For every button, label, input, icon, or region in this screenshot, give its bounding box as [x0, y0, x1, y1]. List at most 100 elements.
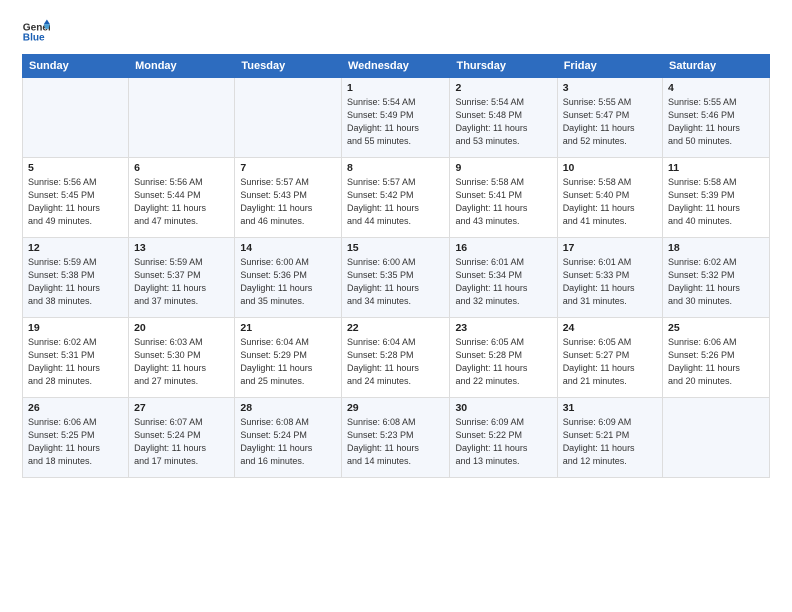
day-info: Sunrise: 5:55 AMSunset: 5:47 PMDaylight:… [563, 96, 657, 148]
day-info: Sunrise: 6:04 AMSunset: 5:29 PMDaylight:… [240, 336, 336, 388]
day-info: Sunrise: 5:59 AMSunset: 5:37 PMDaylight:… [134, 256, 229, 308]
calendar-cell: 6Sunrise: 5:56 AMSunset: 5:44 PMDaylight… [129, 158, 235, 238]
calendar-week-5: 26 Sunrise: 6:06 AMSunset: 5:25 PMDayligh… [23, 398, 770, 478]
day-number: 19 [28, 322, 123, 334]
day-number: 9 [455, 162, 551, 174]
calendar-cell: 17 Sunrise: 6:01 AMSunset: 5:33 PMDayligh… [557, 238, 662, 318]
weekday-header-thursday: Thursday [450, 55, 557, 78]
day-number: 5 [28, 162, 123, 174]
day-info: Sunrise: 6:08 AMSunset: 5:23 PMDaylight:… [347, 416, 445, 468]
day-number: 4 [668, 82, 764, 94]
calendar-cell: 19 Sunrise: 6:02 AMSunset: 5:31 PMDayligh… [23, 318, 129, 398]
day-info: Sunrise: 6:05 AMSunset: 5:27 PMDaylight:… [563, 336, 657, 388]
calendar-cell: 31Sunrise: 6:09 AMSunset: 5:21 PMDayligh… [557, 398, 662, 478]
calendar-cell [235, 78, 342, 158]
day-number: 18 [668, 242, 764, 254]
day-info: Sunrise: 5:56 AMSunset: 5:44 PMDaylight:… [134, 176, 229, 228]
day-number: 11 [668, 162, 764, 174]
weekday-header-friday: Friday [557, 55, 662, 78]
svg-text:Blue: Blue [23, 33, 45, 44]
calendar-header: SundayMondayTuesdayWednesdayThursdayFrid… [23, 55, 770, 78]
calendar-cell: 24Sunrise: 6:05 AMSunset: 5:27 PMDayligh… [557, 318, 662, 398]
calendar-cell: 18 Sunrise: 6:02 AMSunset: 5:32 PMDayligh… [663, 238, 770, 318]
calendar-cell [129, 78, 235, 158]
calendar-body: 1 Sunrise: 5:54 AMSunset: 5:49 PMDaylight… [23, 78, 770, 478]
calendar-week-1: 1 Sunrise: 5:54 AMSunset: 5:49 PMDaylight… [23, 78, 770, 158]
day-info: Sunrise: 6:06 AMSunset: 5:25 PMDaylight:… [28, 416, 123, 468]
day-info: Sunrise: 6:00 AMSunset: 5:35 PMDaylight:… [347, 256, 445, 308]
day-info: Sunrise: 6:03 AMSunset: 5:30 PMDaylight:… [134, 336, 229, 388]
weekday-header-wednesday: Wednesday [341, 55, 450, 78]
day-number: 14 [240, 242, 336, 254]
day-number: 15 [347, 242, 445, 254]
calendar-cell: 22 Sunrise: 6:04 AMSunset: 5:28 PMDayligh… [341, 318, 450, 398]
day-number: 13 [134, 242, 229, 254]
day-info: Sunrise: 6:07 AMSunset: 5:24 PMDaylight:… [134, 416, 229, 468]
calendar-cell: 5 Sunrise: 5:56 AMSunset: 5:45 PMDaylight… [23, 158, 129, 238]
calendar-cell: 25Sunrise: 6:06 AMSunset: 5:26 PMDayligh… [663, 318, 770, 398]
weekday-header-tuesday: Tuesday [235, 55, 342, 78]
calendar-cell: 13 Sunrise: 5:59 AMSunset: 5:37 PMDayligh… [129, 238, 235, 318]
calendar-cell: 30Sunrise: 6:09 AMSunset: 5:22 PMDayligh… [450, 398, 557, 478]
calendar-table: SundayMondayTuesdayWednesdayThursdayFrid… [22, 54, 770, 478]
calendar-week-3: 12 Sunrise: 5:59 AMSunset: 5:38 PMDayligh… [23, 238, 770, 318]
day-info: Sunrise: 5:54 AMSunset: 5:48 PMDaylight:… [455, 96, 551, 148]
day-number: 31 [563, 402, 657, 414]
day-info: Sunrise: 5:56 AMSunset: 5:45 PMDaylight:… [28, 176, 123, 228]
day-number: 10 [563, 162, 657, 174]
day-info: Sunrise: 5:55 AMSunset: 5:46 PMDaylight:… [668, 96, 764, 148]
calendar-cell: 3Sunrise: 5:55 AMSunset: 5:47 PMDaylight… [557, 78, 662, 158]
day-info: Sunrise: 6:09 AMSunset: 5:22 PMDaylight:… [455, 416, 551, 468]
day-number: 2 [455, 82, 551, 94]
calendar-week-2: 5 Sunrise: 5:56 AMSunset: 5:45 PMDaylight… [23, 158, 770, 238]
day-info: Sunrise: 6:00 AMSunset: 5:36 PMDaylight:… [240, 256, 336, 308]
day-info: Sunrise: 5:58 AMSunset: 5:39 PMDaylight:… [668, 176, 764, 228]
logo-icon: General Blue [22, 18, 50, 46]
day-number: 29 [347, 402, 445, 414]
calendar-cell: 12 Sunrise: 5:59 AMSunset: 5:38 PMDayligh… [23, 238, 129, 318]
day-info: Sunrise: 5:57 AMSunset: 5:43 PMDaylight:… [240, 176, 336, 228]
calendar-cell: 27 Sunrise: 6:07 AMSunset: 5:24 PMDayligh… [129, 398, 235, 478]
calendar-cell: 8Sunrise: 5:57 AMSunset: 5:42 PMDaylight… [341, 158, 450, 238]
day-number: 20 [134, 322, 229, 334]
day-info: Sunrise: 5:58 AMSunset: 5:41 PMDaylight:… [455, 176, 551, 228]
weekday-header-saturday: Saturday [663, 55, 770, 78]
calendar-cell: 2 Sunrise: 5:54 AMSunset: 5:48 PMDaylight… [450, 78, 557, 158]
day-number: 22 [347, 322, 445, 334]
day-info: Sunrise: 6:08 AMSunset: 5:24 PMDaylight:… [240, 416, 336, 468]
calendar-cell: 16Sunrise: 6:01 AMSunset: 5:34 PMDayligh… [450, 238, 557, 318]
day-info: Sunrise: 6:01 AMSunset: 5:33 PMDaylight:… [563, 256, 657, 308]
calendar-cell: 26 Sunrise: 6:06 AMSunset: 5:25 PMDayligh… [23, 398, 129, 478]
weekday-header-monday: Monday [129, 55, 235, 78]
calendar-cell: 10 Sunrise: 5:58 AMSunset: 5:40 PMDayligh… [557, 158, 662, 238]
calendar-cell: 1 Sunrise: 5:54 AMSunset: 5:49 PMDaylight… [341, 78, 450, 158]
day-number: 1 [347, 82, 445, 94]
day-number: 23 [455, 322, 551, 334]
calendar-cell: 15 Sunrise: 6:00 AMSunset: 5:35 PMDayligh… [341, 238, 450, 318]
header: General Blue [22, 18, 770, 46]
day-number: 7 [240, 162, 336, 174]
weekday-header-sunday: Sunday [23, 55, 129, 78]
day-info: Sunrise: 6:02 AMSunset: 5:31 PMDaylight:… [28, 336, 123, 388]
day-info: Sunrise: 6:06 AMSunset: 5:26 PMDaylight:… [668, 336, 764, 388]
day-number: 17 [563, 242, 657, 254]
day-number: 28 [240, 402, 336, 414]
calendar-week-4: 19 Sunrise: 6:02 AMSunset: 5:31 PMDayligh… [23, 318, 770, 398]
day-info: Sunrise: 5:54 AMSunset: 5:49 PMDaylight:… [347, 96, 445, 148]
calendar-cell: 9 Sunrise: 5:58 AMSunset: 5:41 PMDaylight… [450, 158, 557, 238]
day-info: Sunrise: 5:59 AMSunset: 5:38 PMDaylight:… [28, 256, 123, 308]
day-info: Sunrise: 5:57 AMSunset: 5:42 PMDaylight:… [347, 176, 445, 228]
calendar-cell: 14 Sunrise: 6:00 AMSunset: 5:36 PMDayligh… [235, 238, 342, 318]
day-number: 27 [134, 402, 229, 414]
day-number: 21 [240, 322, 336, 334]
calendar-cell: 21 Sunrise: 6:04 AMSunset: 5:29 PMDayligh… [235, 318, 342, 398]
day-number: 12 [28, 242, 123, 254]
calendar-cell: 28 Sunrise: 6:08 AMSunset: 5:24 PMDayligh… [235, 398, 342, 478]
day-info: Sunrise: 5:58 AMSunset: 5:40 PMDaylight:… [563, 176, 657, 228]
calendar-cell: 7 Sunrise: 5:57 AMSunset: 5:43 PMDaylight… [235, 158, 342, 238]
logo: General Blue [22, 18, 50, 46]
day-number: 26 [28, 402, 123, 414]
day-info: Sunrise: 6:04 AMSunset: 5:28 PMDaylight:… [347, 336, 445, 388]
page: General Blue SundayMondayTuesdayWednesda… [0, 0, 792, 488]
day-info: Sunrise: 6:02 AMSunset: 5:32 PMDaylight:… [668, 256, 764, 308]
